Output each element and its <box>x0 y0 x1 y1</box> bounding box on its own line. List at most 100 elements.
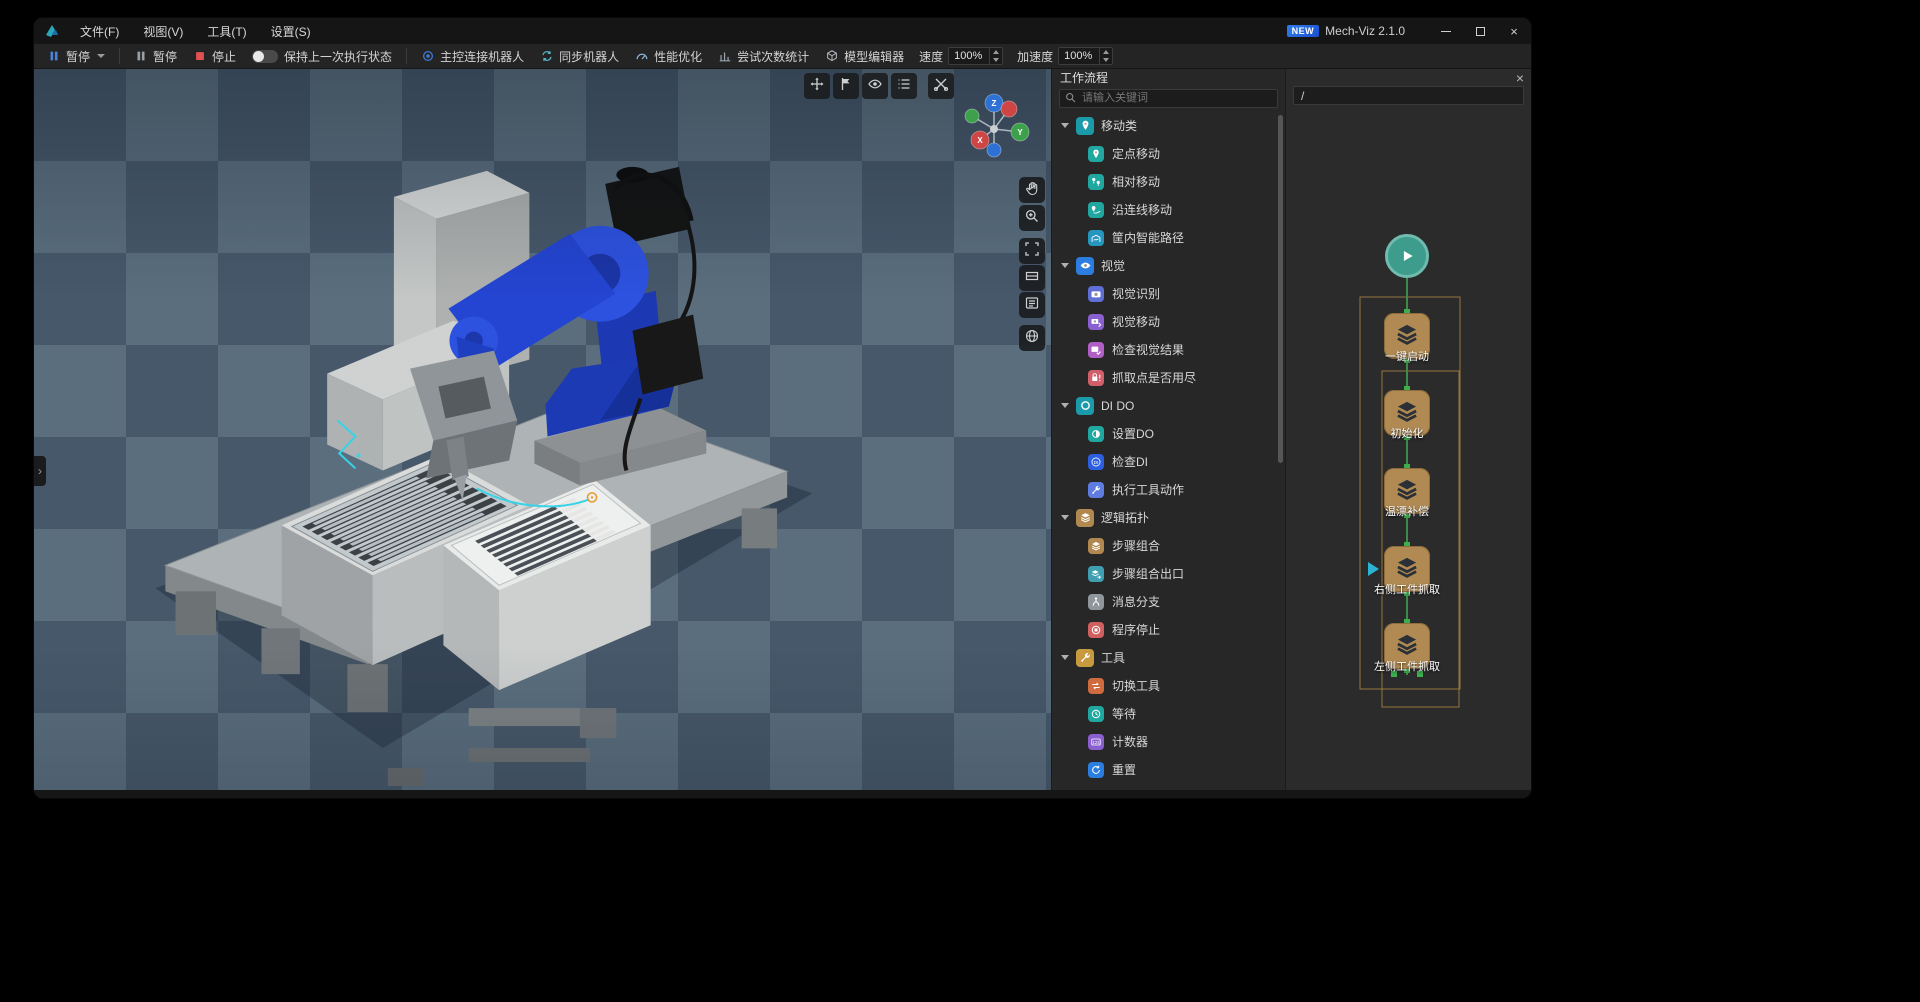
layers-icon <box>1088 538 1104 554</box>
graph-node-4[interactable] <box>1384 623 1430 669</box>
run-workflow-button[interactable] <box>1385 234 1429 278</box>
tree-item-3-2[interactable]: 消息分支 <box>1052 588 1285 616</box>
maximize-icon <box>1476 27 1485 36</box>
tree-item-4-2[interactable]: 123计数器 <box>1052 728 1285 756</box>
spin-down-button[interactable] <box>990 56 1002 64</box>
toolbar-button-2[interactable]: 暂停 <box>127 46 184 67</box>
tree-group-4[interactable]: 工具 <box>1052 644 1285 672</box>
pan-hand-button[interactable] <box>1019 177 1045 203</box>
menu-bar: 文件(F)视图(V)工具(T)设置(S) <box>68 18 323 44</box>
spin-up-button[interactable] <box>990 48 1002 56</box>
close-button[interactable]: × <box>1497 18 1531 44</box>
tree-group-0[interactable]: 移动类 <box>1052 112 1285 140</box>
tree-item-0-1[interactable]: 相对移动 <box>1052 168 1285 196</box>
expand-triangle-icon[interactable] <box>1061 515 1069 520</box>
orientation-gizmo[interactable]: ZXY <box>949 83 1039 173</box>
svg-text:Y: Y <box>1017 128 1023 137</box>
graph-node-3[interactable] <box>1384 546 1430 592</box>
expand-triangle-icon[interactable] <box>1061 123 1069 128</box>
tree-item-4-3[interactable]: 重置 <box>1052 756 1285 784</box>
visibility-button[interactable] <box>862 73 888 99</box>
transform-tool-button[interactable] <box>804 73 830 99</box>
toggle-switch[interactable] <box>252 50 278 63</box>
tree-item-0-0[interactable]: 定点移动 <box>1052 140 1285 168</box>
maximize-button[interactable] <box>1463 18 1497 44</box>
panel-list-button[interactable] <box>1019 292 1045 318</box>
globe-view-button[interactable] <box>1019 325 1045 351</box>
tree-item-2-0[interactable]: 设置DO <box>1052 420 1285 448</box>
spinner-value[interactable]: 100% <box>949 48 989 64</box>
section-view-button[interactable] <box>1019 265 1045 291</box>
minimize-icon <box>1441 31 1451 32</box>
tree-group-label: DI DO <box>1101 399 1134 413</box>
tree-group-label: 移动类 <box>1101 117 1137 134</box>
viewport-3d[interactable]: ZXY › <box>34 69 1051 790</box>
spinner-value[interactable]: 100% <box>1059 48 1099 64</box>
counter-icon: 123 <box>1088 734 1104 750</box>
zoom-in-button[interactable] <box>1019 205 1045 231</box>
tree-item-3-3[interactable]: 程序停止 <box>1052 616 1285 644</box>
expand-triangle-icon[interactable] <box>1061 263 1069 268</box>
tree-group-1[interactable]: 视觉 <box>1052 252 1285 280</box>
radio-connect-icon <box>421 49 435 63</box>
toolbar-button-10[interactable]: 模型编辑器 <box>818 46 911 67</box>
tree-group-3[interactable]: 逻辑拓扑 <box>1052 504 1285 532</box>
fit-view-button[interactable] <box>1019 238 1045 264</box>
graph-node-0[interactable] <box>1384 313 1430 359</box>
graph-node-2[interactable] <box>1384 468 1430 514</box>
viewport-overlay-toolbar <box>804 73 954 99</box>
search-input[interactable] <box>1059 89 1278 108</box>
current-step-marker-icon <box>1368 562 1379 576</box>
tree-item-4-1[interactable]: 等待 <box>1052 700 1285 728</box>
spin-down-button[interactable] <box>1100 56 1112 64</box>
tree-item-1-3[interactable]: 抓取点是否用尽 <box>1052 364 1285 392</box>
menu-item-3[interactable]: 设置(S) <box>259 18 323 44</box>
tree-item-4-0[interactable]: 切换工具 <box>1052 672 1285 700</box>
zoom-in-icon <box>1024 208 1040 229</box>
status-bar <box>34 790 1531 798</box>
camera-icon <box>1088 286 1104 302</box>
menu-item-0[interactable]: 文件(F) <box>68 18 131 44</box>
tree-item-2-1[interactable]: DI检查DI <box>1052 448 1285 476</box>
dropdown-caret-icon[interactable] <box>97 54 105 58</box>
tree-item-label: 步骤组合出口 <box>1112 565 1184 582</box>
toolbar-button-6[interactable]: 主控连接机器人 <box>414 46 531 67</box>
expand-triangle-icon[interactable] <box>1061 655 1069 660</box>
step-group-icon <box>1394 476 1420 507</box>
toolbar-button-8[interactable]: 性能优化 <box>628 46 709 67</box>
toolbar-button-label: 停止 <box>212 48 236 65</box>
graph-node-1[interactable] <box>1384 390 1430 436</box>
tree-item-label: 步骤组合 <box>1112 537 1160 554</box>
tree-item-1-1[interactable]: 视觉移动 <box>1052 308 1285 336</box>
spinner-box: 100% <box>1058 47 1113 65</box>
tree-item-3-1[interactable]: 步骤组合出口 <box>1052 560 1285 588</box>
list-view-button[interactable] <box>891 73 917 99</box>
tree-item-4-4[interactable]: 完成检查 <box>1052 784 1285 791</box>
menu-item-1[interactable]: 视图(V) <box>131 18 195 44</box>
tree-item-label: 等待 <box>1112 705 1136 722</box>
menu-item-2[interactable]: 工具(T) <box>195 18 258 44</box>
tree-group-2[interactable]: DI DO <box>1052 392 1285 420</box>
spin-up-button[interactable] <box>1100 48 1112 56</box>
tree-item-1-0[interactable]: 视觉识别 <box>1052 280 1285 308</box>
tree-item-0-2[interactable]: 沿连线移动 <box>1052 196 1285 224</box>
step-group-icon <box>1394 398 1420 429</box>
tree-item-0-3[interactable]: 筐内智能路径 <box>1052 224 1285 252</box>
expand-triangle-icon[interactable] <box>1061 403 1069 408</box>
viewport-side-toolbar <box>1019 165 1045 365</box>
toolbar-button-9[interactable]: 尝试次数统计 <box>711 46 816 67</box>
toolbar-button-0[interactable]: 暂停 <box>40 46 112 67</box>
toolbar-button-3[interactable]: 停止 <box>186 46 243 67</box>
tree-item-1-2[interactable]: 检查视觉结果 <box>1052 336 1285 364</box>
tree-item-3-0[interactable]: 步骤组合 <box>1052 532 1285 560</box>
svg-text:Z: Z <box>992 99 997 108</box>
left-panel-expander[interactable]: › <box>34 456 46 486</box>
minimize-button[interactable] <box>1429 18 1463 44</box>
flag-marker-button[interactable] <box>833 73 859 99</box>
keep-state-toggle[interactable]: 保持上一次执行状态 <box>245 48 399 65</box>
tree-item-2-2[interactable]: 执行工具动作 <box>1052 476 1285 504</box>
close-icon: × <box>1510 25 1518 38</box>
tree-scrollbar[interactable] <box>1278 115 1283 463</box>
app-logo-icon <box>44 23 60 39</box>
toolbar-button-7[interactable]: 同步机器人 <box>533 46 626 67</box>
